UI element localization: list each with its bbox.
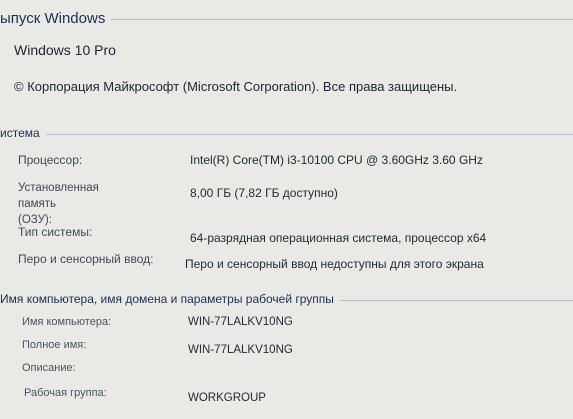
memory-value: 8,00 ГБ (7,82 ГБ доступно) <box>190 186 338 200</box>
processor-value: Intel(R) Core(TM) i3-10100 CPU @ 3.60GHz… <box>190 153 483 167</box>
workgroup-value: WORKGROUP <box>188 392 266 404</box>
system-type-label: Тип системы: <box>18 225 93 239</box>
system-type-value: 64-разрядная операционная система, проце… <box>190 231 487 245</box>
computer-name-section-title: Имя компьютера, имя домена и параметры р… <box>0 292 334 306</box>
full-name-value: WIN-77LALKV10NG <box>188 344 293 356</box>
pen-touch-value: Перо и сенсорный ввод недоступны для это… <box>185 257 484 271</box>
section-divider <box>339 299 573 301</box>
processor-label: Процессор: <box>18 153 83 167</box>
pen-touch-label: Перо и сенсорный ввод: <box>18 252 154 266</box>
windows-edition-title: ыпуск Windows <box>0 10 106 27</box>
memory-label: Установленная память (ОЗУ): <box>18 182 99 226</box>
workgroup-label: Рабочая группа: <box>24 387 107 399</box>
computer-name-label: Имя компьютера: <box>22 316 112 328</box>
section-divider <box>111 19 573 20</box>
windows-edition-header: ыпуск Windows <box>0 10 573 27</box>
computer-name-value: WIN-77LALKV10NG <box>188 316 293 328</box>
edition-name: Windows 10 Pro <box>14 42 116 58</box>
computer-name-section-header: Имя компьютера, имя домена и параметры р… <box>0 292 573 306</box>
section-divider <box>45 133 573 135</box>
system-section-title: истема <box>0 126 40 140</box>
description-label: Описание: <box>22 362 76 374</box>
full-name-label: Полное имя: <box>22 339 87 351</box>
copyright-text: © Корпорация Майкрософт (Microsoft Corpo… <box>14 79 458 94</box>
system-section-header: истема <box>0 126 573 140</box>
